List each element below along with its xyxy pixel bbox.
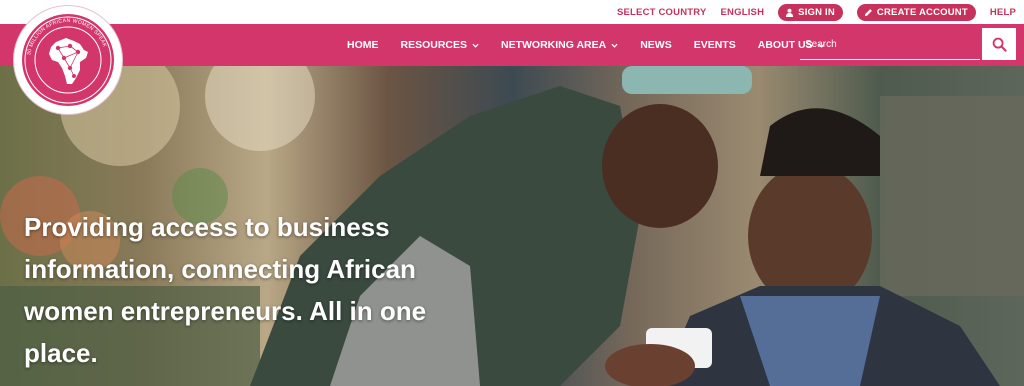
nav-item-label: HOME xyxy=(347,39,379,51)
create-account-button[interactable]: CREATE ACCOUNT xyxy=(856,3,976,21)
create-account-label: CREATE ACCOUNT xyxy=(876,6,968,18)
nav-item-networking-area[interactable]: NETWORKING AREA xyxy=(501,39,618,51)
search-input[interactable] xyxy=(800,39,975,50)
help-link[interactable]: HELP xyxy=(990,7,1016,18)
nav-item-label: NETWORKING AREA xyxy=(501,39,607,51)
top-utility-bar: SELECT COUNTRY ENGLISH SIGN IN CREATE AC… xyxy=(0,0,1024,24)
sign-in-button[interactable]: SIGN IN xyxy=(778,3,843,21)
user-icon xyxy=(786,8,794,17)
logo-badge: 30 MILLION AFRICAN WOMEN SPEAK xyxy=(22,14,114,106)
hero-headline: Providing access to business information… xyxy=(24,212,427,368)
nav-item-resources[interactable]: RESOURCES xyxy=(401,39,480,51)
select-country-link[interactable]: SELECT COUNTRY xyxy=(617,7,707,18)
nav-item-events[interactable]: EVENTS xyxy=(694,39,736,51)
nav-item-home[interactable]: HOME xyxy=(347,39,379,51)
search-field-wrapper xyxy=(800,30,980,60)
sign-in-label: SIGN IN xyxy=(798,6,835,18)
chevron-down-icon xyxy=(611,43,618,48)
nav-menu: HOME RESOURCES NETWORKING AREA NEWS EVEN… xyxy=(336,24,836,66)
nav-item-label: EVENTS xyxy=(693,39,736,51)
pencil-icon xyxy=(864,8,872,16)
search-button[interactable] xyxy=(982,28,1016,60)
search-icon xyxy=(992,37,1007,52)
nav-item-label: NEWS xyxy=(640,39,672,51)
language-link[interactable]: ENGLISH xyxy=(721,7,765,18)
nav-item-news[interactable]: NEWS xyxy=(640,39,672,51)
nav-item-label: RESOURCES xyxy=(400,39,468,51)
chevron-down-icon xyxy=(472,43,479,48)
hero-banner: Providing access to business information… xyxy=(0,66,1024,386)
africa-network-icon: 30 MILLION AFRICAN WOMEN SPEAK xyxy=(24,16,112,104)
site-logo[interactable]: 30 MILLION AFRICAN WOMEN SPEAK xyxy=(14,6,122,114)
